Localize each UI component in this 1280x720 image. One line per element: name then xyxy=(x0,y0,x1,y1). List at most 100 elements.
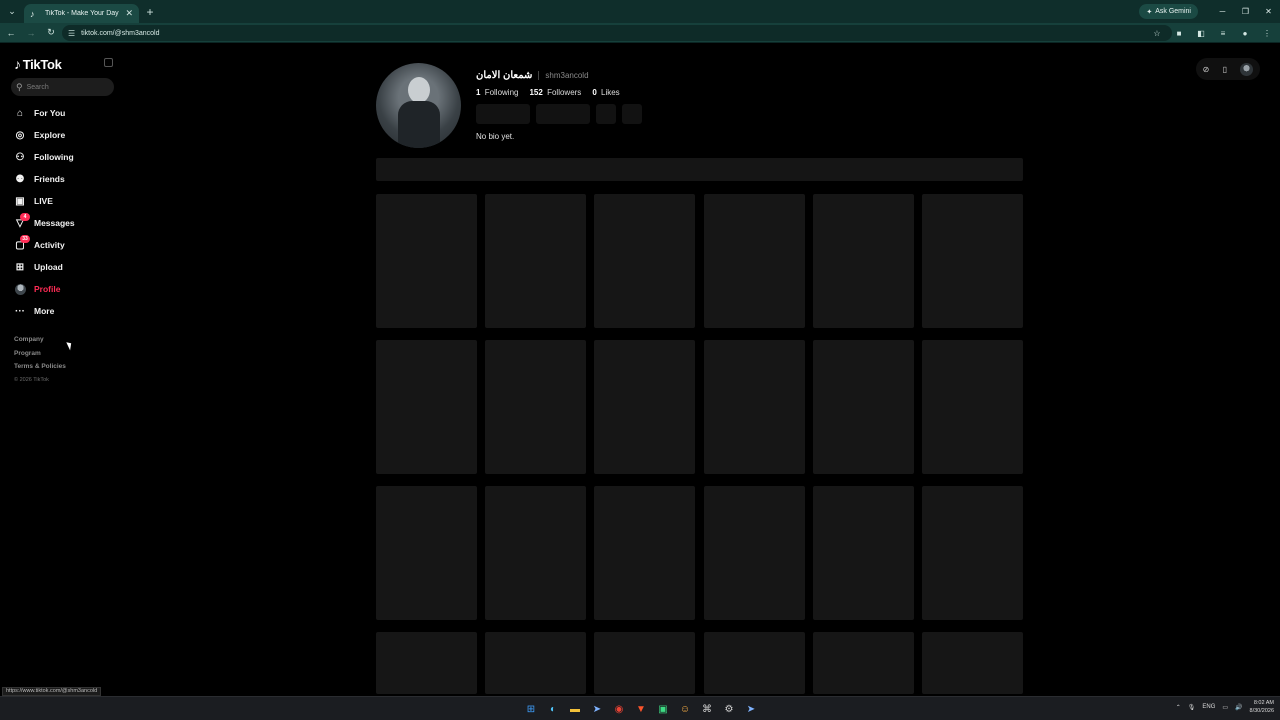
status-url-tooltip: https://www.tiktok.com/@shm3ancold xyxy=(2,687,102,696)
menu-icon[interactable]: ⋮ xyxy=(1258,24,1276,42)
plus-square-icon: ⊞ xyxy=(15,261,25,273)
sidebar-item-following[interactable]: ⚇ Following xyxy=(14,146,75,168)
language-indicator[interactable]: ENG xyxy=(1202,704,1215,710)
windows-start-icon[interactable]: ⊞ xyxy=(522,700,540,718)
sidebar-item-label: Activity xyxy=(34,240,65,250)
star-icon[interactable]: ☆ xyxy=(1148,24,1166,42)
sidebar-item-for-you[interactable]: ⌂ For You xyxy=(14,102,75,124)
sidebar-item-live[interactable]: ▣ LIVE xyxy=(14,190,75,212)
brave-icon[interactable]: ▼ xyxy=(632,700,650,718)
clock[interactable]: 8:02 AM 8/30/2026 xyxy=(1250,699,1274,715)
profile-avatar[interactable] xyxy=(376,63,461,148)
friends-icon: ⚉ xyxy=(15,173,25,185)
browser-tab[interactable]: ♪ TikTok - Make Your Day ✕ xyxy=(24,4,139,23)
search-input[interactable]: ⚲ Search xyxy=(11,78,114,96)
discord-icon[interactable]: ☺ xyxy=(676,700,694,718)
sidebar-item-label: Explore xyxy=(34,130,66,140)
sidebar-item-profile[interactable]: Profile xyxy=(14,278,75,300)
sidebar-item-messages[interactable]: ▽ 4 Messages xyxy=(14,212,75,234)
chevron-down-icon[interactable]: ⌄ xyxy=(0,0,24,23)
collapse-sidebar-icon[interactable] xyxy=(104,58,113,67)
chevron-up-icon[interactable]: ⌃ xyxy=(1176,704,1181,711)
file-explorer-icon[interactable]: ▬ xyxy=(566,700,584,718)
skeleton-button xyxy=(536,104,590,124)
edge-icon[interactable]: ◐ xyxy=(544,700,562,718)
display-name: شمعان الامان xyxy=(476,70,533,81)
extension-icon[interactable]: ■ xyxy=(1170,24,1188,42)
mouse-cursor-icon xyxy=(66,340,74,351)
app-icon[interactable]: ▣ xyxy=(654,700,672,718)
chrome-icon[interactable]: ◉ xyxy=(610,700,628,718)
taskbar-apps: ⊞ ◐ ▬ ➤ ◉ ▼ ▣ ☺ ⌘ ⚙ ➤ xyxy=(522,700,760,718)
tiktok-logo[interactable]: ♪ TikTok xyxy=(14,56,62,72)
skeleton-button xyxy=(596,104,616,124)
sidebar-item-more[interactable]: ··· More xyxy=(14,300,75,322)
new-tab-button[interactable]: + xyxy=(139,5,161,19)
sidebar-item-label: For You xyxy=(34,108,66,118)
site-info-icon[interactable]: ☰ xyxy=(68,29,75,38)
steam-icon[interactable]: ➤ xyxy=(588,700,606,718)
following-count: 1 xyxy=(476,88,481,97)
followers-label: Followers xyxy=(547,88,582,97)
video-skeleton xyxy=(376,340,477,474)
close-icon[interactable]: ✕ xyxy=(125,8,133,19)
sidebar-item-label: Profile xyxy=(34,284,61,294)
account-avatar[interactable] xyxy=(1240,62,1254,76)
footer-link-company[interactable]: Company xyxy=(14,336,66,350)
network-icon[interactable]: ▭ xyxy=(1222,704,1228,711)
phone-icon[interactable]: ▯ xyxy=(1223,65,1227,74)
video-skeleton xyxy=(485,194,587,328)
reload-icon[interactable]: ↻ xyxy=(42,24,60,42)
sidebar-item-upload[interactable]: ⊞ Upload xyxy=(14,256,75,278)
sidebar-item-label: Friends xyxy=(34,174,65,184)
media-icon[interactable]: ≡ xyxy=(1214,24,1232,42)
video-skeleton xyxy=(594,486,696,620)
url-text: tiktok.com/@shm3ancold xyxy=(81,29,160,37)
coins-icon[interactable]: ⊘ xyxy=(1203,65,1210,74)
video-skeleton xyxy=(594,340,696,474)
window-controls: ─ ❐ ✕ xyxy=(1211,0,1280,23)
game-controller-icon[interactable]: ⌘ xyxy=(698,700,716,718)
profile-icon[interactable]: ● xyxy=(1236,24,1254,42)
video-grid-skeleton xyxy=(376,194,1023,694)
puzzle-icon[interactable]: ◧ xyxy=(1192,24,1210,42)
followers-stat[interactable]: 152 Followers xyxy=(529,88,581,97)
sidebar-item-label: Following xyxy=(34,152,74,162)
settings-icon[interactable]: ⚙ xyxy=(720,700,738,718)
sidebar-item-label: Upload xyxy=(34,262,63,272)
action-buttons-skeleton xyxy=(476,104,642,124)
video-skeleton xyxy=(921,486,1023,620)
footer-link-terms[interactable]: Terms & Policies xyxy=(14,363,66,377)
followers-count: 152 xyxy=(529,88,543,97)
video-skeleton xyxy=(812,632,914,694)
following-stat[interactable]: 1 Following xyxy=(476,88,518,97)
video-skeleton xyxy=(703,194,805,328)
sidebar-item-activity[interactable]: ▢ 33 Activity xyxy=(14,234,75,256)
likes-stat: 0 Likes xyxy=(592,88,619,97)
avatar-icon xyxy=(14,283,26,295)
restore-icon[interactable]: ❐ xyxy=(1234,0,1257,23)
back-icon[interactable]: ← xyxy=(2,24,20,42)
video-skeleton xyxy=(376,632,477,694)
close-window-icon[interactable]: ✕ xyxy=(1257,0,1280,23)
skeleton-button xyxy=(622,104,642,124)
footer-links: Company Program Terms & Policies © 2026 … xyxy=(14,336,66,390)
sidebar-item-explore[interactable]: ◎ Explore xyxy=(14,124,75,146)
address-bar[interactable]: ☰ tiktok.com/@shm3ancold xyxy=(62,25,1172,41)
ask-gemini-button[interactable]: ✦ Ask Gemini xyxy=(1139,4,1198,19)
volume-icon[interactable]: 🔊 xyxy=(1235,704,1242,711)
sidebar-item-friends[interactable]: ⚉ Friends xyxy=(14,168,75,190)
home-icon: ⌂ xyxy=(16,107,24,119)
system-tray: ⌃ 🎙 ENG ▭ 🔊 8:02 AM 8/30/2026 xyxy=(1176,699,1274,715)
sidebar: ♪ TikTok ⚲ Search ⌂ For You ◎ Explore ⚇ … xyxy=(0,44,125,684)
video-skeleton xyxy=(921,632,1023,694)
footer-link-program[interactable]: Program xyxy=(14,350,66,364)
skeleton-button xyxy=(476,104,530,124)
microphone-icon[interactable]: 🎙 xyxy=(1188,704,1196,711)
steam-alt-icon[interactable]: ➤ xyxy=(742,700,760,718)
following-label: Following xyxy=(484,88,519,97)
browser-toolbar: ← → ↻ ☰ tiktok.com/@shm3ancold ☆ ■ ◧ ≡ ●… xyxy=(0,23,1280,43)
minimize-icon[interactable]: ─ xyxy=(1211,0,1234,23)
forward-icon[interactable]: → xyxy=(22,24,40,42)
video-skeleton xyxy=(921,194,1023,328)
